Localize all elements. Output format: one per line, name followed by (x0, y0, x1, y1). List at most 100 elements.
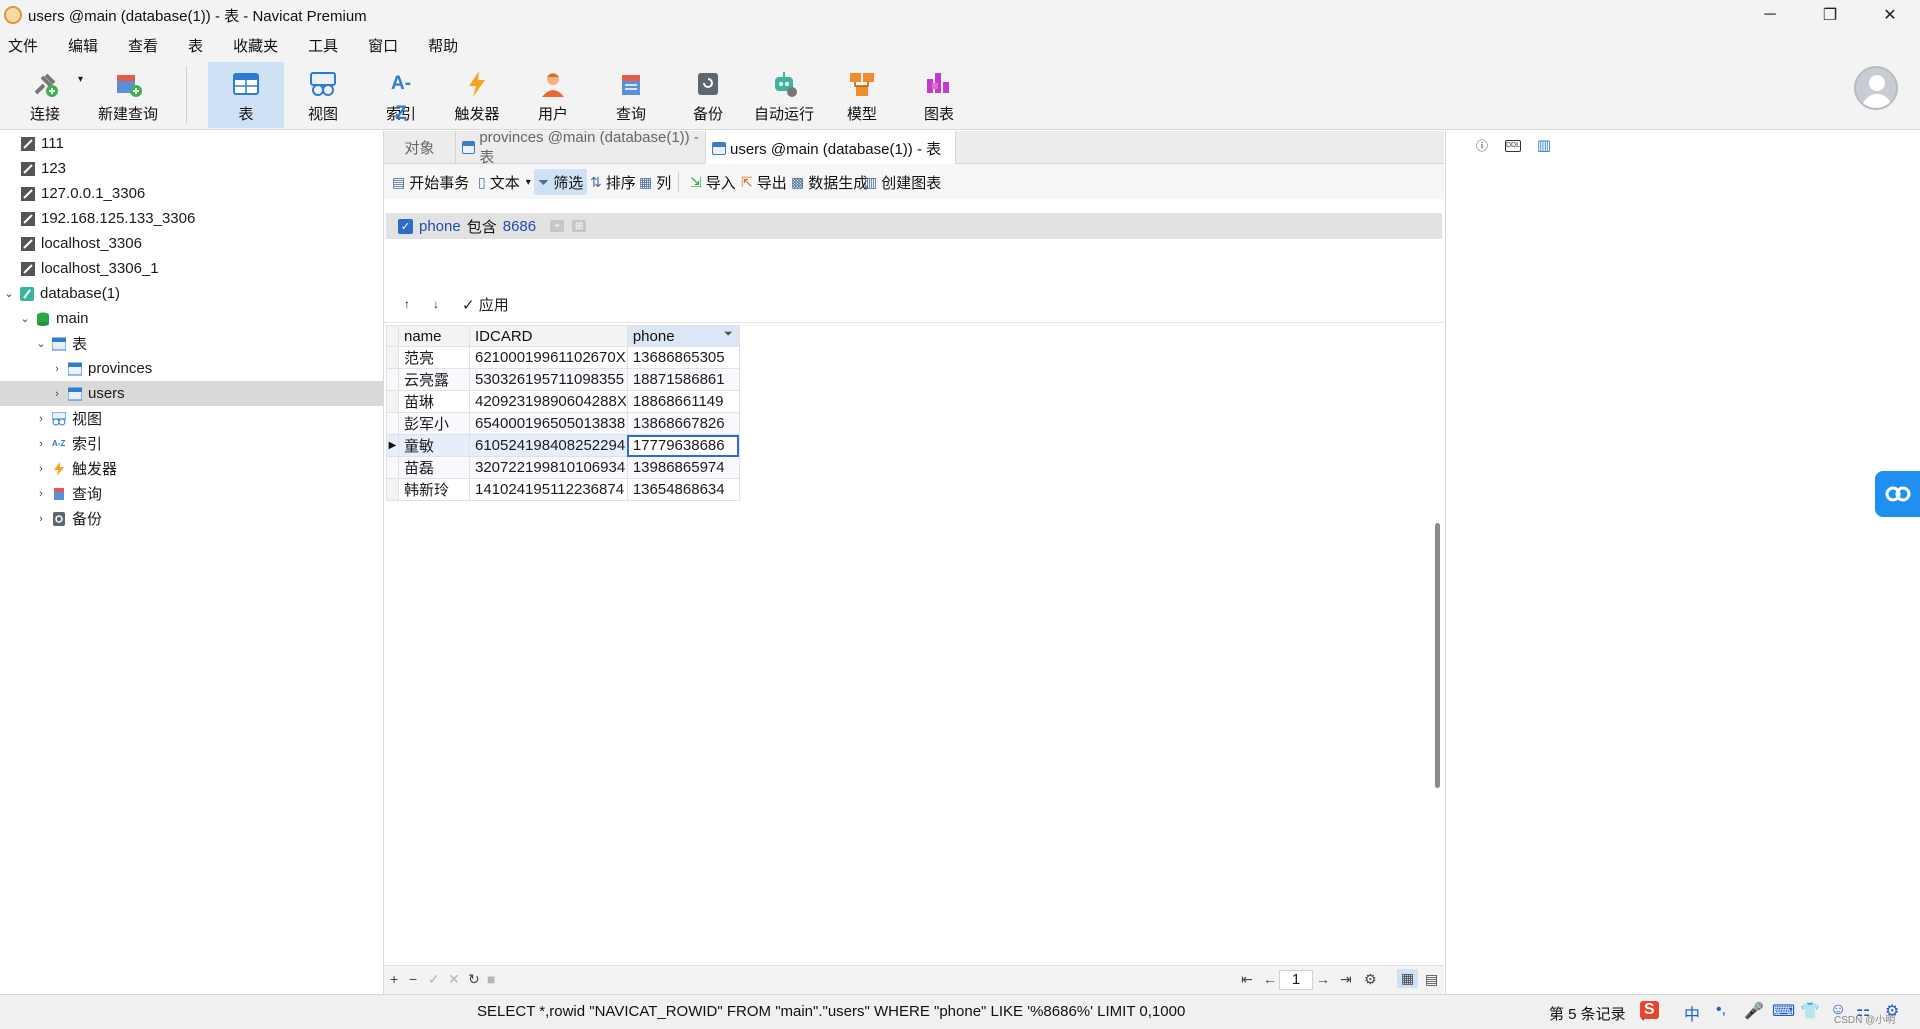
next-page-button[interactable]: → (1316, 971, 1330, 987)
row-indicator[interactable] (386, 346, 399, 369)
connect-button[interactable]: 连接 (22, 62, 68, 128)
tree-connection-192-168[interactable]: 192.168.125.133_3306 (0, 206, 383, 231)
tree-database-main[interactable]: ⌄ main (0, 306, 383, 331)
chevron-right-icon[interactable]: › (34, 488, 48, 500)
tree-connection-localhost-1[interactable]: localhost_3306_1 (0, 256, 383, 281)
cell-idcard[interactable]: 530326195711098355 (469, 368, 628, 391)
chevron-down-icon[interactable]: ⌄ (2, 287, 16, 300)
column-header-phone[interactable]: phone ⏷ (626, 325, 740, 347)
tree-folder-indexes[interactable]: › A-Z 索引 (0, 431, 383, 456)
tree-connection-database1[interactable]: ⌄ database(1) (0, 281, 383, 306)
cell-idcard[interactable]: 320722199810106934 (469, 456, 628, 479)
table-row[interactable]: 苗磊 320722199810106934 13986865974 (386, 456, 740, 479)
row-indicator[interactable] (386, 390, 399, 413)
index-button[interactable]: A-Z 索引 (368, 62, 434, 128)
create-chart-button[interactable]: ▥ 创建图表 (860, 169, 945, 195)
ime-sogou-icon[interactable]: S (1640, 1001, 1659, 1019)
settings-icon[interactable]: ⚙ (1364, 971, 1377, 988)
form-view-button[interactable]: ▤ (1425, 971, 1438, 988)
menu-view[interactable]: 查看 (128, 35, 158, 56)
menu-edit[interactable]: 编辑 (68, 35, 98, 56)
user-avatar[interactable] (1854, 66, 1898, 110)
automation-button[interactable]: 自动运行 (748, 62, 820, 128)
discard-changes-button[interactable]: ✕ (448, 971, 460, 988)
view-button[interactable]: 视图 (290, 62, 356, 128)
tree-folder-views[interactable]: › 视图 (0, 406, 383, 431)
cell-name[interactable]: 云亮露 (398, 368, 470, 391)
stop-button[interactable]: ■ (487, 971, 495, 987)
chevron-right-icon[interactable]: › (34, 513, 48, 525)
row-indicator[interactable]: ▶ (386, 434, 399, 457)
chevron-down-icon[interactable]: ▾ (526, 177, 531, 188)
row-indicator[interactable] (386, 412, 399, 435)
column-header-name[interactable]: name (398, 325, 470, 347)
columns-button[interactable]: ▦ 列 (635, 169, 675, 195)
grid-view-button[interactable]: ▦ (1397, 969, 1419, 988)
ime-chinese-icon[interactable]: 中 (1684, 1001, 1700, 1025)
microphone-icon[interactable]: 🎤 (1744, 1001, 1764, 1021)
chevron-right-icon[interactable]: › (50, 388, 64, 400)
chevron-right-icon[interactable]: › (34, 438, 48, 450)
cell-name[interactable]: 韩新玲 (398, 478, 470, 501)
add-condition-icon[interactable]: + (550, 220, 565, 232)
apply-filter-button[interactable]: ✓ 应用 (462, 291, 509, 317)
cell-phone[interactable]: 18868661149 (626, 390, 740, 413)
add-group-icon[interactable]: ⊞ (572, 220, 587, 232)
info-icon[interactable]: ⓘ (1474, 138, 1490, 154)
cell-phone[interactable]: 18871586861 (626, 368, 740, 391)
move-down-icon[interactable]: ↓ (433, 291, 439, 317)
move-up-icon[interactable]: ↑ (404, 291, 410, 317)
page-number-input[interactable]: 1 (1279, 970, 1313, 990)
cell-phone[interactable]: 13654868634 (626, 478, 740, 501)
export-button[interactable]: ⇱ 导出 (737, 169, 791, 195)
first-page-button[interactable]: ⇤ (1241, 971, 1253, 988)
row-indicator[interactable] (386, 478, 399, 501)
filter-button[interactable]: ⏷ 筛选 (534, 169, 588, 195)
table-row[interactable]: 范亮 62100019961102670X 13686865305 (386, 346, 740, 369)
cell-name[interactable]: 范亮 (398, 346, 470, 369)
tree-folder-backups[interactable]: › 备份 (0, 506, 383, 531)
chevron-right-icon[interactable]: › (50, 363, 64, 375)
tree-folder-queries[interactable]: › 查询 (0, 481, 383, 506)
filter-operator[interactable]: 包含 (467, 216, 497, 237)
query-button[interactable]: 查询 (598, 62, 664, 128)
cell-idcard[interactable]: 610524198408252294 (469, 434, 628, 457)
backup-button[interactable]: 备份 (675, 62, 741, 128)
menu-window[interactable]: 窗口 (368, 35, 398, 56)
table-row[interactable]: 云亮露 530326195711098355 18871586861 (386, 368, 740, 391)
close-button[interactable]: ✕ (1860, 0, 1920, 30)
tree-connection-111[interactable]: 111 (0, 131, 383, 156)
cell-phone[interactable]: 13986865974 (626, 456, 740, 479)
filter-field[interactable]: phone (419, 218, 461, 235)
table-button[interactable]: 表 (208, 62, 284, 128)
filter-value[interactable]: 8686 (503, 218, 536, 235)
tree-folder-triggers[interactable]: › 触发器 (0, 456, 383, 481)
cell-name[interactable]: 童敏 (398, 434, 470, 457)
tree-table-users[interactable]: › users (0, 381, 383, 406)
trigger-button[interactable]: 触发器 (444, 62, 510, 128)
menu-help[interactable]: 帮助 (428, 35, 458, 56)
tree-connection-127-0-0-1[interactable]: 127.0.0.1_3306 (0, 181, 383, 206)
cell-idcard[interactable]: 654000196505013838 (469, 412, 628, 435)
row-indicator[interactable] (386, 368, 399, 391)
new-query-button[interactable]: 新建查询 (94, 62, 162, 128)
skin-icon[interactable]: 👕 (1800, 1001, 1820, 1021)
ime-punct-icon[interactable]: •, (1716, 1001, 1726, 1019)
tab-objects[interactable]: 对象 (384, 131, 456, 164)
cell-name[interactable]: 彭军小 (398, 412, 470, 435)
begin-transaction-button[interactable]: ▤ 开始事务 (388, 169, 473, 195)
tree-table-provinces[interactable]: › provinces (0, 356, 383, 381)
apply-changes-button[interactable]: ✓ (428, 971, 440, 988)
cell-name[interactable]: 苗磊 (398, 456, 470, 479)
tab-provinces[interactable]: provinces @main (database(1)) - 表 (456, 129, 706, 166)
table-row[interactable]: 彭军小 654000196505013838 13868667826 (386, 412, 740, 435)
table-row[interactable]: 韩新玲 141024195112236874 13654868634 (386, 478, 740, 501)
add-record-button[interactable]: + (390, 971, 398, 987)
cell-phone[interactable]: 17779638686 (626, 434, 740, 457)
float-assistant-button[interactable] (1875, 471, 1920, 517)
chart-button[interactable]: 图表 (906, 62, 972, 128)
tree-folder-tables[interactable]: ⌄ 表 (0, 331, 383, 356)
cell-idcard[interactable]: 141024195112236874 (469, 478, 628, 501)
vertical-scrollbar[interactable] (1435, 523, 1440, 788)
last-page-button[interactable]: ⇥ (1340, 971, 1352, 988)
